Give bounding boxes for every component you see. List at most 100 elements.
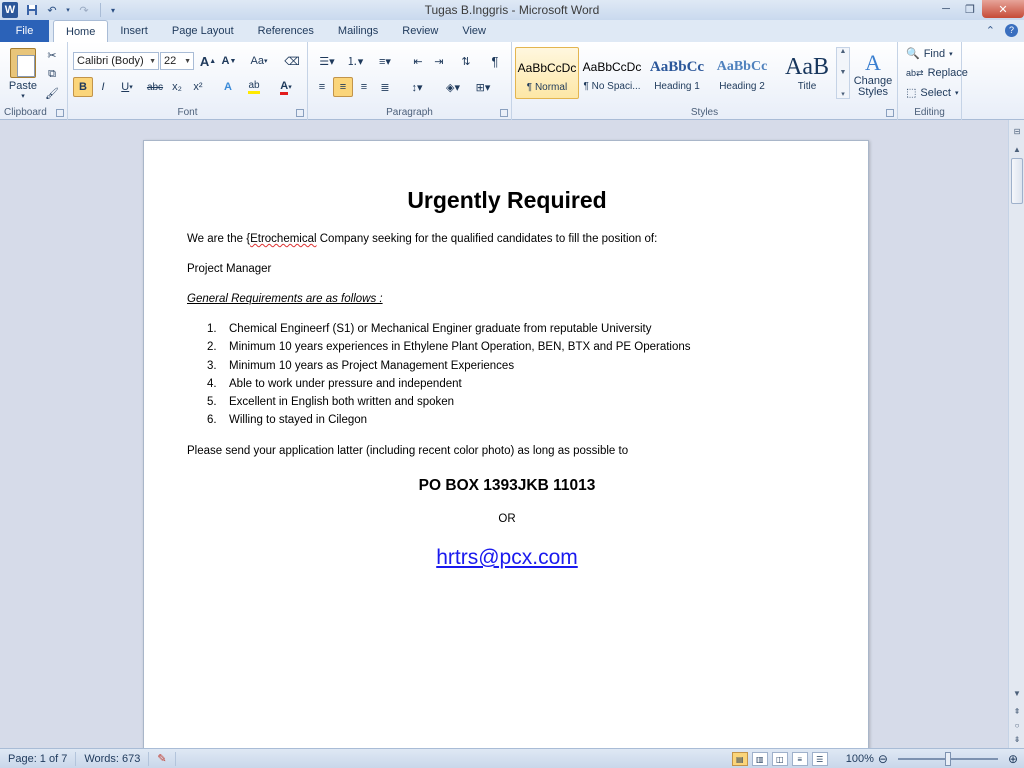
or-text[interactable]: OR (187, 513, 827, 525)
zoom-level[interactable]: 100% (846, 753, 874, 765)
web-layout-icon[interactable]: ◫ (771, 752, 788, 766)
position-paragraph[interactable]: Project Manager (187, 263, 271, 275)
decrease-indent-icon[interactable]: ⇤ (408, 51, 428, 71)
tab-home[interactable]: Home (53, 20, 109, 42)
styles-launcher-icon[interactable] (886, 109, 894, 117)
tab-insert[interactable]: Insert (108, 20, 160, 42)
ruler-toggle-icon[interactable]: ⊟ (1010, 124, 1024, 138)
gallery-up-icon[interactable]: ▲ (840, 48, 847, 55)
maximize-button[interactable]: ❐ (958, 0, 982, 18)
gallery-more-icon[interactable]: ▾ (841, 90, 845, 98)
bold-button[interactable]: B (73, 77, 93, 97)
line-spacing-icon[interactable]: ↕▾ (404, 77, 430, 97)
style-title[interactable]: AaB Title (775, 47, 839, 99)
list-item[interactable]: 4. Able to work under pressure and indepe… (207, 378, 691, 396)
doc-title[interactable]: Urgently Required (187, 187, 827, 214)
replace-button[interactable]: ab⇄ Replace (906, 67, 968, 79)
clipboard-launcher-icon[interactable] (56, 109, 64, 117)
previous-page-icon[interactable]: ⇞ (1010, 704, 1024, 718)
bullets-icon[interactable]: ☰▾ (314, 51, 340, 71)
tab-review[interactable]: Review (390, 20, 450, 42)
align-center-icon[interactable]: ≡ (333, 77, 353, 97)
style-no-spacing[interactable]: AaBbCcDc ¶ No Spaci... (580, 47, 644, 99)
scroll-thumb[interactable] (1011, 158, 1023, 204)
gallery-down-icon[interactable]: ▼ (840, 69, 847, 76)
shading-icon[interactable]: ◈▾ (440, 77, 466, 97)
borders-icon[interactable]: ⊞▾ (470, 77, 496, 97)
list-item[interactable]: 1. Chemical Engineerf (S1) or Mechanical … (207, 323, 691, 341)
shrink-font-button[interactable]: A ▼ (219, 51, 239, 71)
style-heading-2[interactable]: AaBbCc Heading 2 (710, 47, 774, 99)
numbering-icon[interactable]: ⒈▾ (342, 51, 368, 71)
proofing-icon[interactable]: ✎ (149, 751, 176, 766)
draft-icon[interactable]: ☰ (811, 752, 828, 766)
document-area[interactable]: Urgently Required We are the {Etrochemic… (0, 120, 1008, 748)
requirements-list[interactable]: 1. Chemical Engineerf (S1) or Mechanical … (207, 323, 691, 433)
font-family-combo[interactable]: Calibri (Body) ▼ (73, 52, 159, 70)
email-link[interactable]: hrtrs@pcx.com (187, 546, 827, 570)
underline-button[interactable]: U ▾ (113, 77, 141, 97)
list-item[interactable]: 6. Willing to stayed in Cilegon (207, 414, 691, 432)
style-normal[interactable]: AaBbCcDc ¶ Normal (515, 47, 579, 99)
zoom-out-icon[interactable]: ⊖ (878, 752, 888, 766)
clear-formatting-icon[interactable]: ⌫ (282, 51, 302, 71)
copy-icon[interactable]: ⧉ (42, 64, 62, 84)
requirements-heading[interactable]: General Requirements are as follows : (187, 293, 383, 305)
font-size-combo[interactable]: 22 ▼ (160, 52, 194, 70)
format-painter-icon[interactable]: 🖌 (42, 83, 62, 103)
multilevel-list-icon[interactable]: ≡▾ (372, 51, 398, 71)
font-color-button[interactable]: A ▾ (273, 77, 299, 97)
tab-view[interactable]: View (450, 20, 498, 42)
text-effects-icon[interactable]: A (218, 77, 238, 97)
paragraph-launcher-icon[interactable] (500, 109, 508, 117)
po-box[interactable]: PO BOX 1393JKB 11013 (187, 477, 827, 495)
list-item[interactable]: 3. Minimum 10 years as Project Management… (207, 360, 691, 378)
outline-icon[interactable]: ≡ (791, 752, 808, 766)
tab-page-layout[interactable]: Page Layout (160, 20, 246, 42)
styles-gallery-scroll[interactable]: ▲ ▼ ▾ (836, 47, 850, 99)
select-button[interactable]: ⬚ Select ▾ (906, 86, 959, 100)
help-icon[interactable]: ? (1005, 24, 1018, 37)
list-item[interactable]: 5. Excellent in English both written and … (207, 396, 691, 414)
document-page[interactable]: Urgently Required We are the {Etrochemic… (143, 140, 869, 748)
align-right-icon[interactable]: ≡ (354, 77, 374, 97)
list-item[interactable]: 2. Minimum 10 years experiences in Ethyle… (207, 341, 691, 359)
cut-icon[interactable]: ✂ (42, 45, 62, 65)
minimize-ribbon-icon[interactable]: ⌃ (986, 24, 995, 37)
print-layout-icon[interactable]: ▤ (731, 752, 748, 766)
word-count[interactable]: Words: 673 (76, 751, 150, 766)
page-count[interactable]: Page: 1 of 7 (0, 751, 77, 766)
browse-object-icon[interactable]: ○ (1010, 718, 1024, 732)
zoom-in-icon[interactable]: ⊕ (1008, 752, 1018, 766)
full-screen-reading-icon[interactable]: ▥ (751, 752, 768, 766)
style-heading-1[interactable]: AaBbCc Heading 1 (645, 47, 709, 99)
tab-file[interactable]: File (0, 20, 49, 42)
strikethrough-button[interactable]: abc (144, 77, 166, 97)
tab-references[interactable]: References (246, 20, 326, 42)
justify-icon[interactable]: ≣ (375, 77, 395, 97)
sort-icon[interactable]: ⇅ (456, 51, 476, 71)
scroll-down-icon[interactable]: ▼ (1010, 686, 1024, 700)
change-case-button[interactable]: Aa ▾ (246, 51, 272, 71)
show-hide-icon[interactable]: ¶ (485, 51, 505, 71)
next-page-icon[interactable]: ⇟ (1010, 732, 1024, 746)
zoom-slider[interactable] (897, 752, 998, 766)
grow-font-button[interactable]: A ▲ (198, 51, 218, 71)
vertical-scrollbar[interactable]: ⊟ ▲ ▼ ⇞ ○ ⇟ (1008, 120, 1024, 748)
tab-mailings[interactable]: Mailings (326, 20, 390, 42)
intro-paragraph[interactable]: We are the {Etrochemical Company seeking… (187, 233, 657, 245)
change-styles-button[interactable]: A Change Styles (852, 46, 894, 102)
font-launcher-icon[interactable] (296, 109, 304, 117)
highlight-icon[interactable]: ab (244, 77, 264, 97)
send-paragraph[interactable]: Please send your application latter (inc… (187, 445, 628, 457)
superscript-button[interactable]: x² (188, 77, 208, 97)
subscript-button[interactable]: x₂ (167, 77, 187, 97)
paste-button[interactable]: Paste ▾ (6, 46, 40, 102)
align-left-icon[interactable]: ≡ (312, 77, 332, 97)
close-button[interactable]: ✕ (982, 0, 1024, 18)
increase-indent-icon[interactable]: ⇥ (429, 51, 449, 71)
zoom-slider-thumb[interactable] (944, 752, 951, 766)
italic-button[interactable]: I (93, 77, 113, 97)
minimize-button[interactable]: ─ (934, 0, 958, 18)
scroll-up-icon[interactable]: ▲ (1010, 142, 1024, 156)
